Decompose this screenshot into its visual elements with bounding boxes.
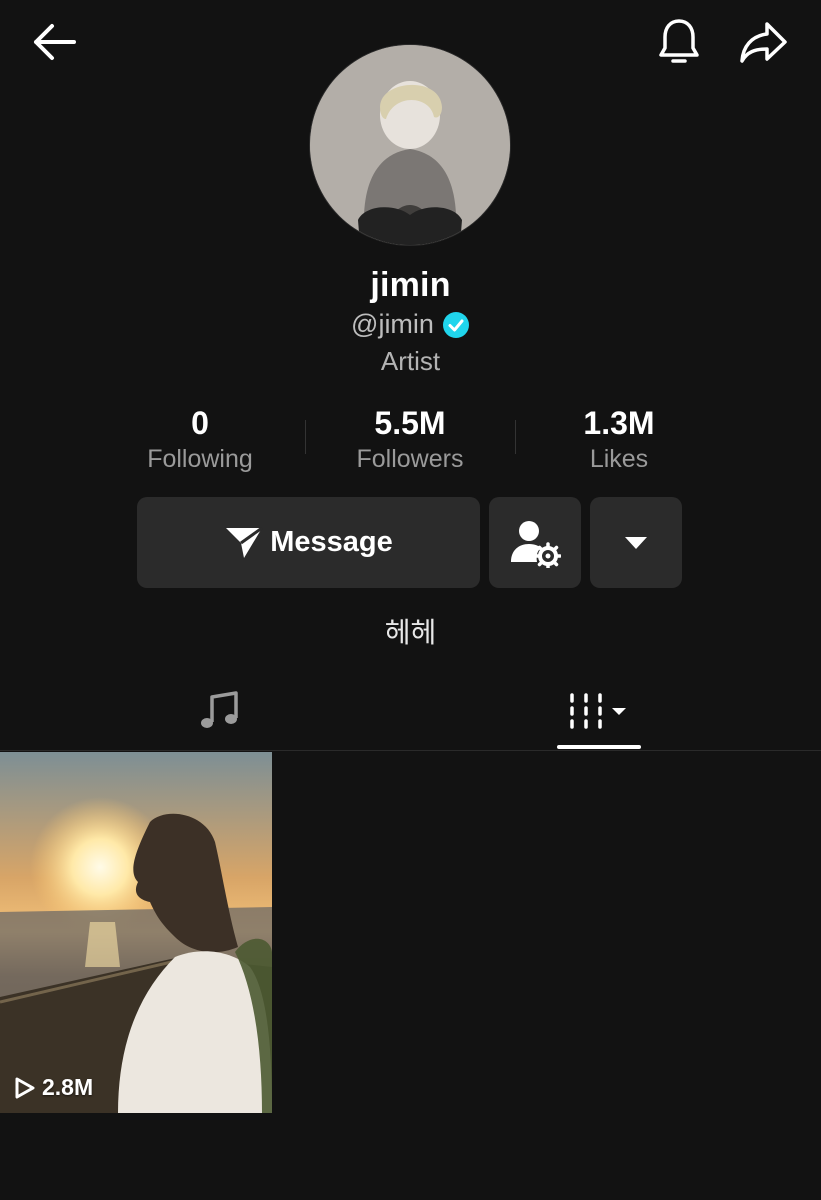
manage-profile-button[interactable] xyxy=(489,497,581,588)
user-settings-icon xyxy=(511,520,561,568)
stat-likes[interactable]: 1.3M Likes xyxy=(519,404,719,476)
arrow-left-icon xyxy=(34,24,76,60)
video-thumbnail[interactable]: 2.8M xyxy=(0,752,272,1113)
share-button[interactable] xyxy=(732,14,794,70)
video-thumbnail-image xyxy=(0,752,272,1113)
stats-row: 0 Following 5.5M Followers 1.3M Likes xyxy=(0,404,821,484)
stat-value: 5.5M xyxy=(374,405,446,441)
verified-badge-icon xyxy=(442,311,469,338)
tab-music[interactable] xyxy=(180,672,260,750)
stat-label: Likes xyxy=(589,445,649,473)
view-count: 2.8M xyxy=(14,1074,93,1101)
stat-following[interactable]: 0 Following xyxy=(100,404,300,476)
view-count-label: 2.8M xyxy=(42,1074,94,1100)
message-button[interactable]: Message xyxy=(137,497,480,588)
username-handle: @jimin xyxy=(351,309,434,339)
message-button-label: Message xyxy=(270,526,393,558)
avatar-photo xyxy=(310,45,510,245)
share-arrow-icon xyxy=(740,22,787,63)
stat-divider xyxy=(515,420,516,454)
content-tabs xyxy=(0,672,821,751)
stat-value: 1.3M xyxy=(583,405,655,441)
stat-divider xyxy=(305,420,306,454)
tab-videos[interactable] xyxy=(556,672,642,750)
grid-sort-icon xyxy=(570,693,626,729)
stat-value: 0 xyxy=(191,405,209,441)
music-note-icon xyxy=(201,691,238,728)
avatar[interactable] xyxy=(310,45,510,245)
display-name: jimin xyxy=(370,266,451,304)
caret-down-icon xyxy=(625,536,647,549)
more-options-button[interactable] xyxy=(590,497,682,588)
back-button[interactable] xyxy=(26,16,82,68)
handle-row: @jimin xyxy=(0,309,821,340)
play-icon xyxy=(15,1077,35,1098)
notification-button[interactable] xyxy=(650,14,708,70)
stat-label: Followers xyxy=(356,445,464,473)
stat-label: Following xyxy=(147,445,253,473)
send-icon xyxy=(226,526,264,558)
active-tab-indicator xyxy=(557,745,641,749)
stat-followers[interactable]: 5.5M Followers xyxy=(310,404,510,476)
profile-role: Artist xyxy=(380,346,441,376)
bell-icon xyxy=(659,19,699,63)
bio-text: 헤헤 xyxy=(384,617,437,648)
